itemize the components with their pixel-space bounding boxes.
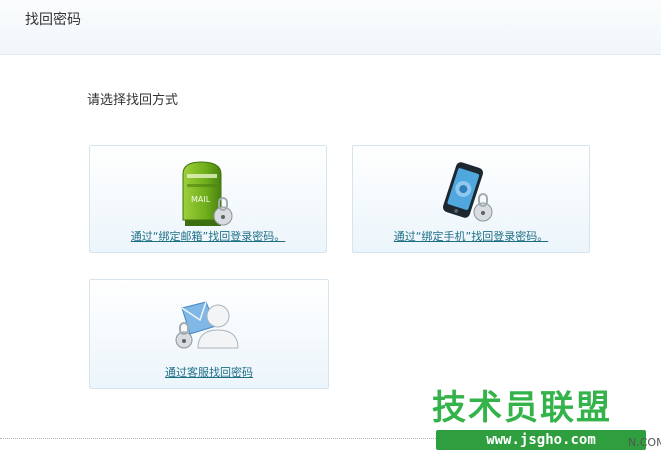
page-header: 找回密码 [0,0,661,55]
watermark-title: 技术员联盟 [432,388,612,428]
email-recovery-link[interactable]: 通过“绑定邮箱”找回登录密码。 [90,228,326,244]
phone-recovery-option[interactable]: 通过“绑定手机”找回登录密码。 [352,145,590,253]
site-watermark: 技术员联盟 www.jsgho.com N.COM [430,388,661,454]
method-prompt: 请选择找回方式 [87,93,179,108]
mailbox-lock-icon: MAIL [182,161,233,226]
customer-service-lock-icon [175,301,239,349]
mailbox-text: MAIL [191,195,211,204]
phone-recovery-link[interactable]: 通过“绑定手机”找回登录密码。 [353,228,589,244]
phone-lock-icon [442,162,493,222]
service-recovery-link[interactable]: 通过客服找回密码 [90,364,328,380]
service-recovery-option[interactable]: 通过客服找回密码 [89,279,329,389]
email-recovery-option[interactable]: MAIL 通过“绑定邮箱”找回登录密码。 [89,145,327,253]
watermark-tail: N.COM [628,436,661,449]
page-title: 找回密码 [25,12,81,28]
watermark-url: www.jsgho.com [436,430,646,450]
